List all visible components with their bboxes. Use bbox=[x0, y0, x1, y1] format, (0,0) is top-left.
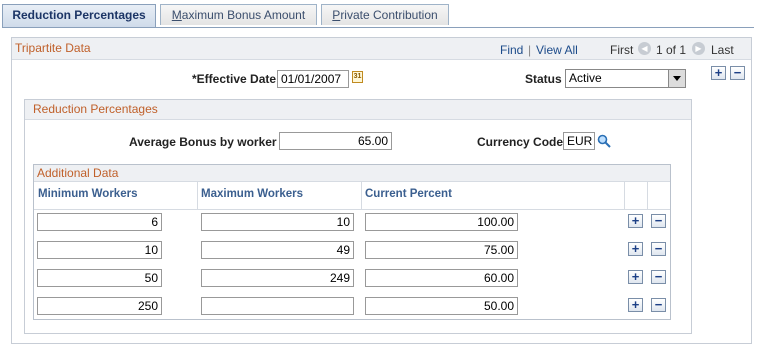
maximum-workers-input[interactable]: 249 bbox=[201, 269, 354, 287]
tab-label: Reduction Percentages bbox=[12, 8, 146, 22]
delete-row-button[interactable]: − bbox=[651, 214, 666, 228]
delete-row-button[interactable]: − bbox=[651, 242, 666, 256]
tab-reduction-percentages[interactable]: Reduction Percentages bbox=[2, 4, 156, 27]
column-divider bbox=[647, 182, 648, 209]
header-divider bbox=[34, 209, 670, 210]
section-title: Tripartite Data bbox=[15, 41, 91, 55]
add-row-button[interactable]: + bbox=[711, 66, 726, 80]
minimum-workers-input[interactable]: 50 bbox=[37, 269, 162, 287]
view-all-link[interactable]: View All bbox=[536, 43, 578, 57]
prev-icon[interactable]: ◀ bbox=[638, 41, 651, 56]
nav-separator: | bbox=[528, 43, 532, 57]
tab-label-rest: rivate Contribution bbox=[340, 8, 438, 22]
last-label: Last bbox=[711, 43, 734, 57]
minimum-workers-input[interactable]: 6 bbox=[37, 213, 162, 231]
calendar-icon[interactable]: 31 bbox=[352, 71, 363, 83]
average-bonus-input[interactable]: 65.00 bbox=[279, 132, 392, 150]
current-percent-input[interactable]: 50.00 bbox=[365, 297, 518, 315]
tab-label-rest: aximum Bonus Amount bbox=[181, 8, 306, 22]
current-percent-input[interactable]: 60.00 bbox=[365, 269, 518, 287]
column-header-current-percent: Current Percent bbox=[365, 188, 452, 200]
column-header-maximum-workers: Maximum Workers bbox=[201, 188, 304, 200]
add-row-button[interactable]: + bbox=[628, 298, 643, 312]
status-value: Active bbox=[569, 71, 602, 85]
minimum-workers-input[interactable]: 250 bbox=[37, 297, 162, 315]
delete-row-button[interactable]: − bbox=[651, 270, 666, 284]
additional-data-title: Additional Data bbox=[37, 166, 119, 180]
row-range: 1 of 1 bbox=[656, 43, 687, 57]
column-divider bbox=[197, 182, 198, 209]
column-divider bbox=[361, 182, 362, 209]
effective-date-input[interactable]: 01/01/2007 bbox=[277, 70, 349, 88]
find-link[interactable]: Find bbox=[500, 43, 523, 57]
column-header-minimum-workers: Minimum Workers bbox=[38, 188, 138, 200]
next-icon[interactable]: ▶ bbox=[692, 41, 705, 56]
tripartite-header: Tripartite Data Find | View All First ◀ … bbox=[12, 38, 751, 60]
tab-private-contribution[interactable]: Private Contribution bbox=[321, 4, 449, 25]
tab-access-key: M bbox=[171, 8, 182, 22]
reduction-header: Reduction Percentages bbox=[25, 100, 691, 120]
maximum-workers-input[interactable]: 10 bbox=[201, 213, 354, 231]
status-select[interactable]: Active bbox=[565, 69, 686, 88]
current-percent-input[interactable]: 75.00 bbox=[365, 241, 518, 259]
tab-maximum-bonus-amount[interactable]: Maximum Bonus Amount bbox=[160, 4, 317, 25]
minimum-workers-input[interactable]: 10 bbox=[37, 241, 162, 259]
current-percent-input[interactable]: 100.00 bbox=[365, 213, 518, 231]
column-divider bbox=[624, 182, 625, 209]
status-label: Status bbox=[525, 72, 562, 86]
grid-title-bar: Additional Data bbox=[34, 165, 670, 182]
effective-date-label: *Effective Date bbox=[192, 72, 277, 86]
reduction-title: Reduction Percentages bbox=[33, 102, 158, 116]
tab-divider bbox=[2, 27, 754, 28]
search-icon[interactable] bbox=[597, 134, 611, 148]
average-bonus-label: Average Bonus by worker bbox=[129, 135, 277, 149]
maximum-workers-input[interactable]: 49 bbox=[201, 241, 354, 259]
first-label: First bbox=[610, 43, 634, 57]
add-row-button[interactable]: + bbox=[628, 242, 643, 256]
currency-code-label: Currency Code bbox=[477, 135, 564, 149]
add-row-button[interactable]: + bbox=[628, 214, 643, 228]
chevron-down-icon bbox=[668, 70, 685, 87]
currency-code-input[interactable]: EUR bbox=[563, 132, 595, 150]
add-row-button[interactable]: + bbox=[628, 270, 643, 284]
delete-row-button[interactable]: − bbox=[730, 66, 745, 80]
maximum-workers-input[interactable] bbox=[201, 297, 354, 315]
delete-row-button[interactable]: − bbox=[651, 298, 666, 312]
